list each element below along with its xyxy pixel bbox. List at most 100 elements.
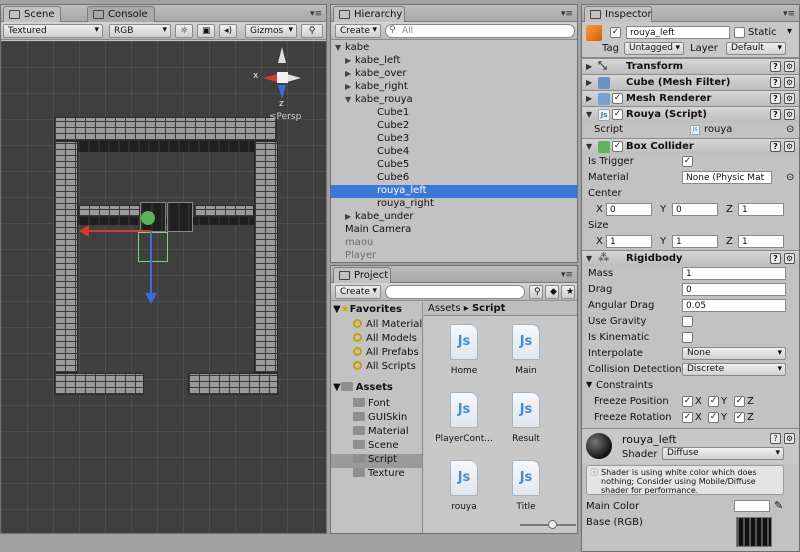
- freeze-position-x-checkbox[interactable]: ✓: [682, 396, 693, 407]
- layer-dropdown[interactable]: Default: [726, 42, 786, 55]
- mesh-filter-component-header[interactable]: ▶ Cube (Mesh Filter) ? ⚙: [582, 74, 799, 90]
- script-value[interactable]: rouya: [704, 124, 732, 135]
- material-header-icons[interactable]: ? ⚙: [767, 433, 795, 444]
- move-handle-y-center[interactable]: [141, 211, 155, 225]
- is-trigger-checkbox[interactable]: ✓: [682, 156, 693, 167]
- hierarchy-menu-icon[interactable]: ▾≡: [561, 9, 573, 19]
- scene-viewport[interactable]: x z ≤Persp: [1, 41, 326, 533]
- filter-type-icon[interactable]: ⚲: [529, 285, 543, 299]
- hierarchy-item[interactable]: ▶ kabe_under: [331, 211, 577, 224]
- rigidbody-component-header[interactable]: ▼ ⁂ Rigidbody ? ⚙: [582, 250, 799, 266]
- folder-item[interactable]: Material: [331, 426, 422, 440]
- hierarchy-item[interactable]: Cube2: [331, 120, 577, 133]
- favorite-star-icon[interactable]: ★: [561, 285, 575, 299]
- freeze-rotation-x-checkbox[interactable]: ✓: [682, 412, 693, 423]
- size-x-field[interactable]: 1: [606, 235, 652, 248]
- object-picker-icon[interactable]: ⊙: [786, 124, 794, 135]
- favorite-item[interactable]: All Material: [353, 319, 422, 330]
- base-texture-thumbnail[interactable]: [736, 517, 772, 547]
- hierarchy-item[interactable]: rouya_right: [331, 198, 577, 211]
- transform-component-header[interactable]: ▶ ⤡ Transform ? ⚙: [582, 58, 799, 74]
- filter-label-icon[interactable]: ◆: [545, 285, 559, 299]
- perspective-label[interactable]: ≤Persp: [269, 112, 301, 122]
- tree-arrow-icon[interactable]: ▼: [335, 43, 345, 52]
- folder-item[interactable]: Script: [331, 454, 422, 468]
- mass-field[interactable]: 1: [682, 267, 786, 280]
- assets-header[interactable]: ▼ Assets: [333, 382, 393, 393]
- collision-detection-dropdown[interactable]: Discrete: [682, 363, 786, 376]
- is-kinematic-checkbox[interactable]: [682, 332, 693, 343]
- tab-scene[interactable]: Scene: [3, 6, 61, 23]
- hierarchy-item[interactable]: ▶ kabe_right: [331, 81, 577, 94]
- box-collider-component-header[interactable]: ▼ ✓ Box Collider ? ⚙: [582, 138, 799, 154]
- favorites-header[interactable]: ▼★Favorites: [333, 304, 402, 315]
- transform-header-icons[interactable]: ? ⚙: [767, 61, 795, 72]
- box-collider-header-icons[interactable]: ? ⚙: [767, 141, 795, 152]
- zoom-slider-thumb[interactable]: [548, 520, 557, 529]
- static-checkbox[interactable]: [734, 27, 745, 38]
- favorite-item[interactable]: All Scripts: [353, 361, 416, 372]
- script-file-item[interactable]: Js Home: [432, 322, 496, 384]
- constraints-row[interactable]: ▼ Constraints: [582, 378, 799, 394]
- use-gravity-checkbox[interactable]: [682, 316, 693, 327]
- hierarchy-search-input[interactable]: All: [385, 24, 575, 38]
- zoom-slider[interactable]: [520, 520, 576, 529]
- hierarchy-item[interactable]: Player: [331, 250, 577, 262]
- move-handle-z-axis[interactable]: [150, 232, 152, 294]
- tree-arrow-icon[interactable]: ▶: [345, 212, 355, 221]
- freeze-position-z-checkbox[interactable]: ✓: [734, 396, 745, 407]
- center-y-field[interactable]: 0: [672, 203, 718, 216]
- object-active-checkbox[interactable]: ✓: [610, 27, 621, 38]
- script-header-icons[interactable]: ? ⚙: [767, 109, 795, 120]
- tab-console[interactable]: Console: [87, 6, 155, 22]
- hierarchy-item[interactable]: Cube4: [331, 146, 577, 159]
- favorite-item[interactable]: All Prefabs: [353, 347, 419, 358]
- physic-material-field[interactable]: None (Physic Mat: [682, 171, 772, 184]
- eyedropper-icon[interactable]: ✎: [774, 499, 783, 512]
- breadcrumb-assets[interactable]: Assets: [428, 303, 461, 314]
- project-search-input[interactable]: [385, 285, 525, 299]
- move-handle-x-axis[interactable]: [85, 230, 151, 232]
- scene-search-icon[interactable]: ⚲: [301, 24, 323, 38]
- selection-outline[interactable]: [138, 232, 168, 262]
- object-name-field[interactable]: rouya_left: [626, 26, 730, 39]
- hierarchy-item[interactable]: ▶ kabe_left: [331, 55, 577, 68]
- render-mode-dropdown[interactable]: Textured: [3, 24, 103, 38]
- tab-hierarchy[interactable]: Hierarchy: [333, 6, 405, 23]
- freeze-rotation-y-checkbox[interactable]: ✓: [708, 412, 719, 423]
- angular-drag-field[interactable]: 0.05: [682, 299, 786, 312]
- script-file-item[interactable]: Js Title: [494, 458, 558, 520]
- favorite-item[interactable]: All Models: [353, 333, 417, 344]
- size-y-field[interactable]: 1: [672, 235, 718, 248]
- hierarchy-create-button[interactable]: Create: [335, 24, 381, 38]
- main-color-swatch[interactable]: [734, 500, 770, 512]
- gizmos-dropdown[interactable]: Gizmos: [245, 24, 297, 38]
- mesh-renderer-component-header[interactable]: ▶ ✓ Mesh Renderer ? ⚙: [582, 90, 799, 106]
- script-file-item[interactable]: Js rouya: [432, 458, 496, 520]
- move-handle-z-arrow-icon[interactable]: [145, 293, 157, 304]
- image-toggle-icon[interactable]: ▣: [197, 24, 215, 38]
- center-z-field[interactable]: 1: [738, 203, 784, 216]
- box-collider-enabled-checkbox[interactable]: ✓: [612, 141, 623, 152]
- inspector-menu-icon[interactable]: ▾≡: [783, 9, 795, 19]
- script-file-item[interactable]: Js Result: [494, 390, 558, 452]
- folder-item[interactable]: Scene: [331, 440, 422, 454]
- tree-arrow-icon[interactable]: ▶: [345, 56, 355, 65]
- tag-dropdown[interactable]: Untagged: [624, 42, 684, 55]
- freeze-rotation-z-checkbox[interactable]: ✓: [734, 412, 745, 423]
- color-mode-dropdown[interactable]: RGB: [109, 24, 171, 38]
- folder-item[interactable]: Font: [331, 398, 422, 412]
- script-enabled-checkbox[interactable]: ✓: [612, 109, 623, 120]
- static-dropdown-icon[interactable]: ▾: [787, 26, 792, 37]
- freeze-position-y-checkbox[interactable]: ✓: [708, 396, 719, 407]
- tree-arrow-icon[interactable]: ▼: [345, 95, 355, 104]
- audio-toggle-icon[interactable]: ◂): [219, 24, 237, 38]
- folder-item[interactable]: Texture: [331, 468, 422, 482]
- interpolate-dropdown[interactable]: None: [682, 347, 786, 360]
- breadcrumb-script[interactable]: Script: [472, 303, 505, 314]
- tree-arrow-icon[interactable]: ▶: [345, 69, 355, 78]
- script-file-item[interactable]: Js PlayerCont...: [432, 390, 496, 452]
- tree-arrow-icon[interactable]: ▶: [345, 82, 355, 91]
- shader-dropdown[interactable]: Diffuse: [662, 447, 784, 460]
- drag-field[interactable]: 0: [682, 283, 786, 296]
